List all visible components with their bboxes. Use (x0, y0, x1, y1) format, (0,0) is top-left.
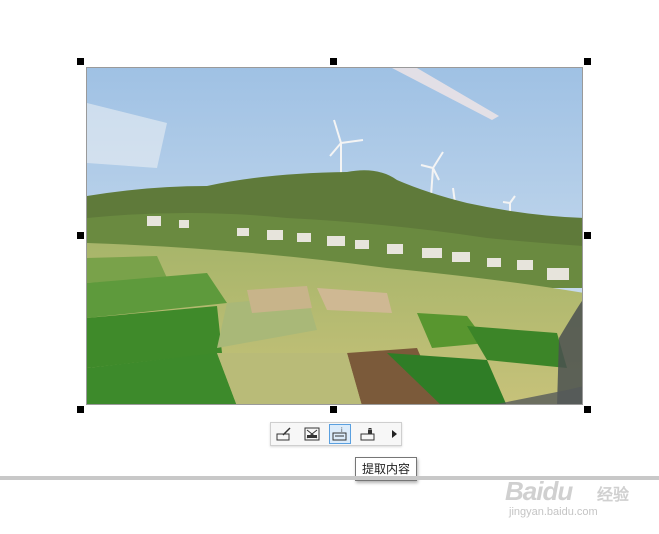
resize-handle-top-left[interactable] (77, 58, 84, 65)
resize-handle-top-right[interactable] (584, 58, 591, 65)
resize-handle-left[interactable] (77, 232, 84, 239)
resize-handle-bottom[interactable] (330, 406, 337, 413)
watermark-brand-suffix: 经验 (597, 485, 630, 504)
resize-handle-top[interactable] (330, 58, 337, 65)
lock-image-button[interactable] (357, 424, 379, 444)
cancel-crop-button[interactable] (301, 424, 323, 444)
extract-content-button[interactable]: i (329, 424, 351, 444)
document-canvas: i 提取内容 Baidu 经验 jingyan.baidu.com (0, 0, 659, 534)
resize-handle-bottom-left[interactable] (77, 406, 84, 413)
more-options-button[interactable] (387, 424, 401, 444)
watermark-brand: Baidu (505, 476, 573, 506)
landscape-photo (87, 68, 582, 404)
image-toolbar: i (270, 422, 402, 446)
watermark: Baidu 经验 jingyan.baidu.com (505, 462, 655, 522)
selected-image[interactable] (86, 67, 583, 405)
resize-handle-bottom-right[interactable] (584, 406, 591, 413)
watermark-url: jingyan.baidu.com (509, 506, 598, 518)
triangle-right-icon (392, 430, 397, 438)
text-extract-icon: i (332, 427, 347, 441)
lock-icon (360, 428, 375, 441)
edit-image-button[interactable] (273, 424, 295, 444)
image-cross-icon (304, 427, 320, 441)
resize-handle-right[interactable] (584, 232, 591, 239)
pencil-edit-icon (276, 427, 291, 441)
